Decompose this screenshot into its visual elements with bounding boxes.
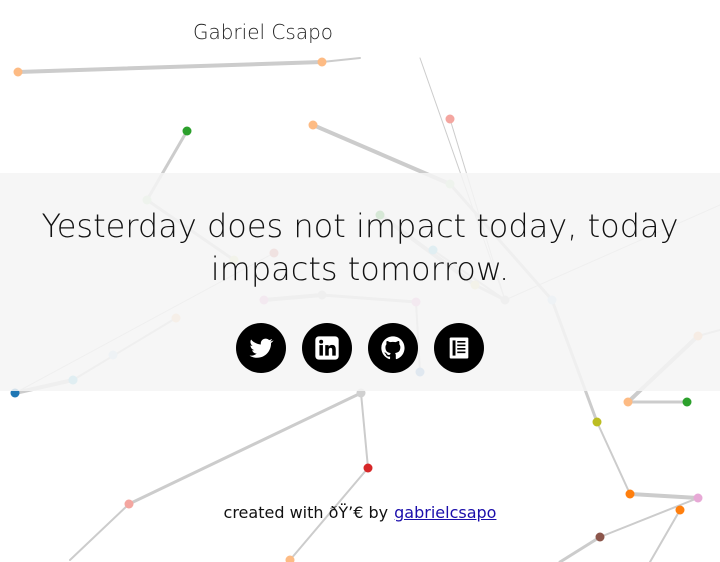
graph-node <box>625 489 635 499</box>
linkedin-icon <box>315 336 339 360</box>
blog-icon <box>449 337 469 359</box>
footer-credit-text: created with ðŸ’€ by <box>223 503 389 522</box>
linkedin-button[interactable] <box>302 323 352 373</box>
graph-node <box>595 532 605 542</box>
graph-node <box>308 120 318 130</box>
author-link[interactable]: gabrielcsapo <box>394 503 496 522</box>
graph-edge <box>360 392 369 469</box>
graph-node <box>682 397 692 407</box>
github-icon <box>381 336 405 360</box>
twitter-button[interactable] <box>236 323 286 373</box>
graph-edge <box>596 421 631 495</box>
graph-edge <box>321 57 361 63</box>
graph-edge <box>558 535 602 562</box>
graph-node <box>592 417 602 427</box>
graph-edge <box>16 60 324 74</box>
graph-node <box>13 67 23 77</box>
graph-edge <box>628 492 700 500</box>
graph-node <box>623 397 633 407</box>
graph-edge <box>127 391 363 506</box>
graph-node <box>182 126 192 136</box>
social-links <box>0 323 720 373</box>
graph-node <box>363 463 373 473</box>
hero-quote: Yesterday does not impact today, today i… <box>41 207 679 288</box>
blog-button[interactable] <box>434 323 484 373</box>
graph-node <box>693 493 703 503</box>
graph-node <box>445 114 455 124</box>
graph-node <box>317 57 327 67</box>
footer: created with ðŸ’€ by gabrielcsapo <box>0 503 720 522</box>
twitter-icon <box>249 338 274 358</box>
site-name: Gabriel Csapo <box>192 20 334 44</box>
github-button[interactable] <box>368 323 418 373</box>
